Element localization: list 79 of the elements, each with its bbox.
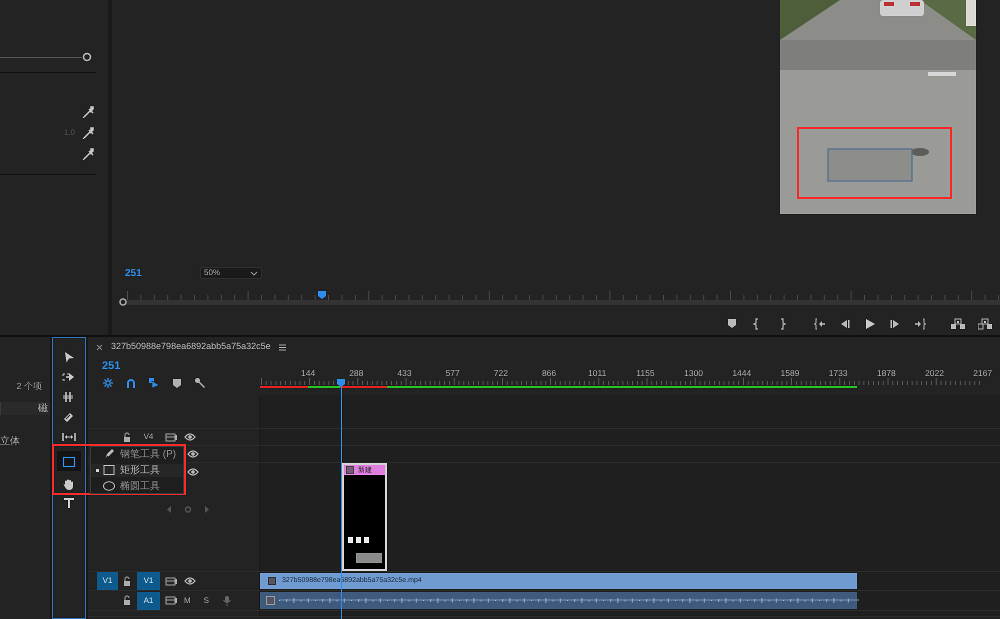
ruler-label: 1733 [828, 367, 849, 380]
eye-icon[interactable] [184, 576, 196, 586]
ruler-label: 2022 [924, 367, 945, 380]
solo-toggle[interactable]: S [204, 594, 210, 606]
eyedropper-icon[interactable] [82, 106, 94, 118]
linked-selection-icon[interactable] [148, 377, 160, 389]
caret-icon [250, 270, 258, 276]
ruler-label: 288 [348, 367, 364, 380]
eye-icon[interactable] [184, 432, 196, 442]
playhead-handle[interactable] [337, 379, 345, 387]
ruler-label: 433 [396, 367, 413, 380]
ruler-label: 2167 [972, 367, 994, 380]
ellipse-icon [103, 480, 115, 492]
lock-icon[interactable] [122, 432, 132, 442]
microphone-icon[interactable] [222, 594, 232, 606]
ruler-label: 1589 [780, 367, 800, 380]
rectangle-tool-icon [62, 454, 76, 468]
timecode: 251 [125, 266, 143, 280]
ruler-label: 577 [444, 367, 461, 380]
track-target-toggle[interactable]: V1 [137, 572, 160, 590]
ruler-label: 1300 [683, 367, 704, 380]
magnet-icon[interactable] [125, 377, 137, 389]
marker-icon[interactable] [727, 318, 739, 330]
eye-icon[interactable] [187, 467, 199, 477]
menu-icon[interactable] [278, 344, 286, 350]
lift-icon[interactable] [951, 318, 965, 330]
menu-item[interactable]: 钢笔工具 (P) [91, 448, 183, 460]
ruler-label: 144 [300, 367, 316, 380]
rectangle-icon [103, 464, 115, 476]
audio-clip[interactable] [260, 592, 857, 609]
column-header: 磁 [0, 402, 50, 414]
sequence-tab[interactable]: 327b50988e798ea6892abb5a75a32c5e [111, 340, 271, 354]
ruler-label: 1155 [635, 367, 656, 380]
in-point-knob [119, 298, 127, 306]
go-to-out-icon[interactable] [914, 318, 926, 330]
close-icon[interactable] [96, 344, 103, 350]
fx-icon [346, 466, 354, 474]
step-back-icon[interactable] [839, 318, 851, 330]
ruler-label: 1444 [731, 367, 752, 380]
ruler-label: 1878 [876, 367, 897, 380]
play-icon[interactable] [864, 318, 876, 330]
type-tool-icon [62, 496, 76, 509]
eyedropper-icon[interactable] [82, 127, 94, 139]
ruler-label: 722 [492, 367, 509, 380]
wrench-icon[interactable] [194, 377, 206, 389]
film-icon[interactable] [165, 576, 177, 586]
hand-tool-icon [62, 478, 76, 491]
ruler-label: 866 [540, 367, 558, 380]
slip-tool-icon [62, 431, 76, 444]
fx-icon [268, 577, 276, 585]
marker-icon[interactable] [171, 377, 183, 389]
track-target-toggle[interactable]: A1 [137, 592, 160, 610]
mute-toggle[interactable]: M [184, 594, 191, 606]
lock-icon[interactable] [122, 595, 132, 606]
ripple-edit-tool-icon [62, 391, 76, 404]
extract-icon[interactable] [978, 318, 992, 330]
ruler-label: 1011 [587, 367, 608, 380]
project-item-label: 立体 [0, 434, 20, 449]
razor-tool-icon [62, 411, 76, 424]
menu-item[interactable]: 矩形工具 [91, 464, 183, 476]
film-icon[interactable] [165, 432, 177, 442]
timecode: 251 [102, 359, 122, 373]
item-count: 2 个项 [16, 380, 42, 393]
track-select-tool-icon [62, 371, 76, 384]
nest-icon[interactable] [102, 377, 114, 389]
slider-knob[interactable] [82, 52, 92, 62]
rectangle-tool-button[interactable] [57, 451, 81, 471]
menu-item[interactable]: 椭圆工具 [91, 480, 183, 492]
fx-icon [266, 596, 275, 605]
eyedropper-icon[interactable] [82, 148, 94, 160]
selection-tool-icon [62, 351, 76, 364]
step-forward-icon[interactable] [889, 318, 901, 330]
zoom-dropdown[interactable]: 50% [200, 267, 262, 279]
lock-icon[interactable] [122, 576, 132, 586]
film-icon[interactable] [165, 595, 177, 606]
track-target-toggle[interactable]: V4 [137, 428, 160, 446]
eye-icon[interactable] [187, 449, 199, 459]
go-to-in-icon[interactable] [814, 318, 826, 330]
source-patch-toggle[interactable]: V1 [97, 572, 118, 590]
